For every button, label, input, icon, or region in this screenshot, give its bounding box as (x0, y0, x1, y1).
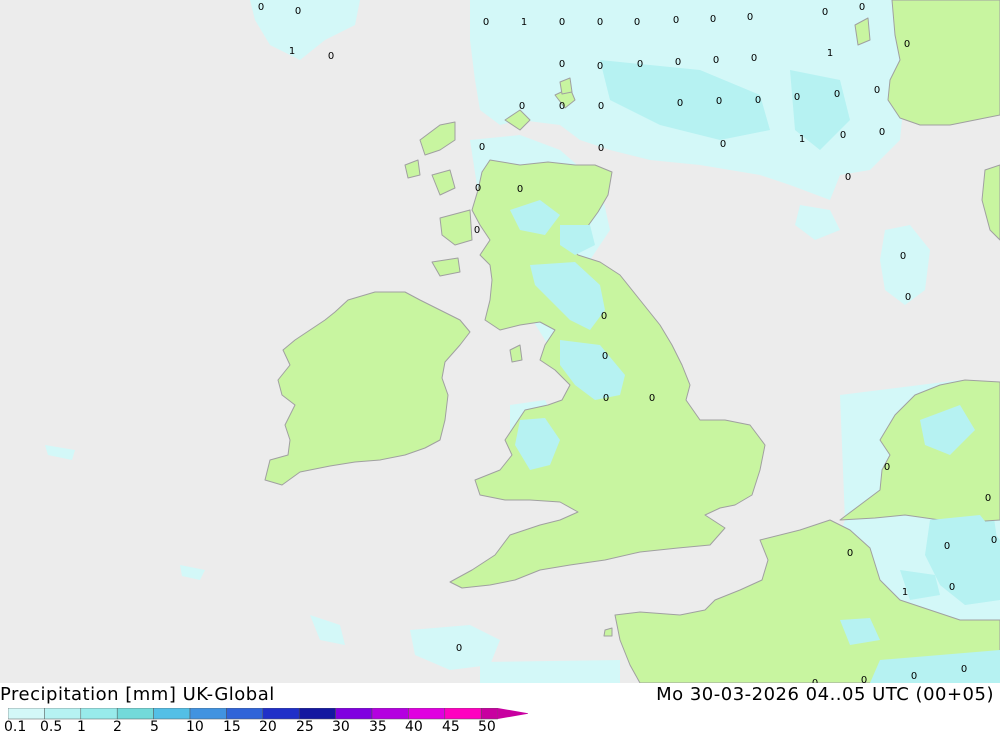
precip-value-label: 0 (634, 17, 640, 28)
precip-value-label: 0 (747, 12, 753, 23)
precip-value-label: 0 (479, 142, 485, 153)
precip-value-label: 0 (559, 17, 565, 28)
precip-value-label: 0 (905, 292, 911, 303)
precip-value-label: 0 (840, 130, 846, 141)
colorbar-swatch (371, 708, 409, 720)
colorbar-swatch (480, 708, 498, 720)
precip-value-label: 0 (911, 671, 917, 682)
precip-value-label: 0 (859, 2, 865, 13)
precip-value-label: 1 (521, 17, 527, 28)
precip-value-label: 0 (720, 139, 726, 150)
precip-value-label: 0 (874, 85, 880, 96)
precip-value-label: 0 (673, 15, 679, 26)
precip-value-label: 0 (295, 6, 301, 17)
colorbar-swatch (116, 708, 154, 720)
chart-title: Precipitation [mm] UK-Global (0, 684, 275, 705)
precip-value-label: 0 (751, 53, 757, 64)
precip-value-label: 0 (949, 582, 955, 593)
colorbar-swatch (444, 708, 482, 720)
colorbar-swatch (80, 708, 118, 720)
precip-value-label: 0 (456, 643, 462, 654)
map-canvas: 0 0 0 1 0 0 0 0 0 0 0 1 0 0 0 0 0 0 0 1 0 0 0 0 0 0 0 0 0 0 0 0 0 0 1 0 0 0 0 0… (0, 0, 1000, 683)
precip-value-label: 0 (884, 462, 890, 473)
colorbar-swatch (44, 708, 82, 720)
precip-value-label: 0 (602, 351, 608, 362)
precip-value-label: 0 (794, 92, 800, 103)
precip-value-label: 0 (710, 14, 716, 25)
precip-value-label: 0 (847, 548, 853, 559)
colorbar-arrow (497, 708, 528, 719)
colorbar-swatch (153, 708, 191, 720)
precip-value-label: 0 (474, 225, 480, 236)
precip-value-label: 0 (328, 51, 334, 62)
colorbar-swatch (262, 708, 300, 720)
precip-value-label: 0 (675, 57, 681, 68)
precip-value-label: 0 (601, 311, 607, 322)
precip-value-label: 0 (900, 251, 906, 262)
colorbar-swatch (226, 708, 264, 720)
model-name: UK-Global (182, 684, 275, 705)
precip-value-label: 0 (475, 183, 481, 194)
precip-value-label: 0 (517, 184, 523, 195)
precip-value-label: 0 (904, 39, 910, 50)
precip-value-label: 0 (755, 95, 761, 106)
product-name: Precipitation [mm] (0, 684, 177, 705)
precip-value-label: 0 (258, 2, 264, 13)
colorbar-swatch (8, 708, 45, 720)
colorbar-swatch (298, 708, 336, 720)
precip-value-label: 1 (799, 134, 805, 145)
precip-value-label: 0 (597, 17, 603, 28)
colorbar-swatch (189, 708, 227, 720)
precip-value-label: 0 (716, 96, 722, 107)
precip-value-label: 0 (597, 61, 603, 72)
precip-value-label: 0 (985, 493, 991, 504)
precip-value-label: 0 (598, 101, 604, 112)
precip-value-label: 0 (677, 98, 683, 109)
precip-value-label: 0 (649, 393, 655, 404)
colorbar-swatch (408, 708, 446, 720)
precip-value-label: 0 (483, 17, 489, 28)
precip-value-label: 0 (822, 7, 828, 18)
precip-value-label: 0 (713, 55, 719, 66)
precip-value-label: 0 (598, 143, 604, 154)
precip-value-label: 0 (861, 675, 867, 683)
precip-value-label: 0 (603, 393, 609, 404)
precip-value-label: 0 (961, 664, 967, 675)
precip-value-label: 0 (834, 89, 840, 100)
precip-value-label: 0 (519, 101, 525, 112)
precip-value-label: 0 (944, 541, 950, 552)
precip-value-label: 0 (845, 172, 851, 183)
precip-value-label: 0 (991, 535, 997, 546)
precip-value-label: 1 (902, 587, 908, 598)
precip-value-label: 0 (559, 59, 565, 70)
precip-value-label: 0 (559, 101, 565, 112)
precip-value-label: 0 (637, 59, 643, 70)
colorbar-swatch (335, 708, 373, 720)
norway (887, 0, 1000, 126)
precipitation-map[interactable]: 0 0 0 1 0 0 0 0 0 0 0 1 0 0 0 0 0 0 0 1 0 0 0 0 0 0 0 0 0 0 0 0 0 0 1 0 0 0 0 0… (0, 0, 1000, 683)
precip-value-label: 0 (879, 127, 885, 138)
precip-value-label: 1 (289, 46, 295, 57)
valid-time: Mo 30-03-2026 04..05 UTC (00+05) (656, 684, 994, 705)
precip-value-label: 1 (827, 48, 833, 59)
